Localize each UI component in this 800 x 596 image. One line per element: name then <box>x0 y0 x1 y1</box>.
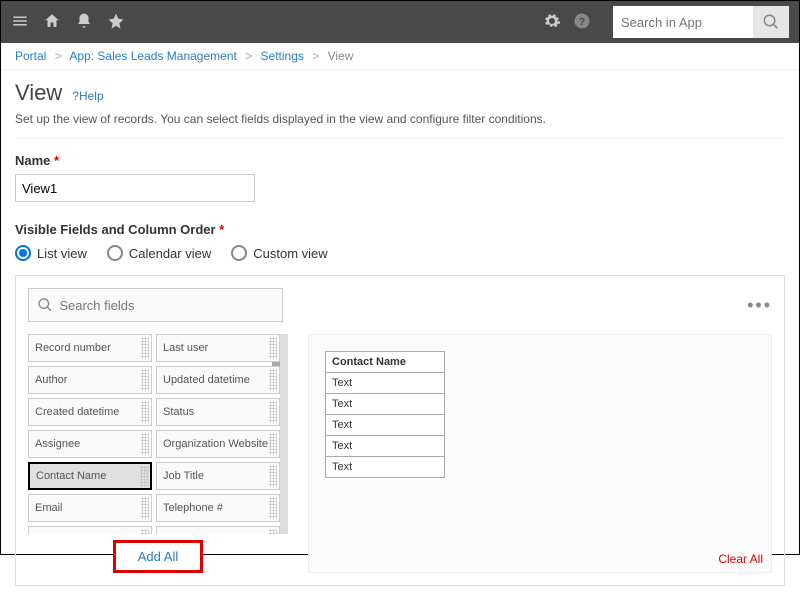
breadcrumb-app[interactable]: App: Sales Leads Management <box>69 49 236 63</box>
preview-cell: Text <box>326 457 445 478</box>
radio-calendar-view[interactable]: Calendar view <box>107 245 211 261</box>
page-title: View <box>15 80 62 106</box>
breadcrumb-settings[interactable]: Settings <box>261 49 304 63</box>
field-item[interactable]: Created datetime <box>28 398 152 426</box>
breadcrumb-current: View <box>328 49 354 63</box>
preview-cell: Text <box>326 394 445 415</box>
visible-fields-label: Visible Fields and Column Order * <box>15 222 785 237</box>
preview-cell: Text <box>326 415 445 436</box>
preview-cell: Text <box>326 373 445 394</box>
app-search[interactable] <box>613 6 789 38</box>
preview-table: Contact Name TextTextTextTextText <box>325 351 445 478</box>
preview-panel: Contact Name TextTextTextTextText Clear … <box>308 334 772 573</box>
preview-cell: Text <box>326 436 445 457</box>
clear-all-button[interactable]: Clear All <box>718 552 763 566</box>
breadcrumb-portal[interactable]: Portal <box>15 49 46 63</box>
svg-text:?: ? <box>579 15 585 27</box>
field-item[interactable]: SubTable <box>156 526 280 534</box>
field-search-input[interactable] <box>59 298 274 313</box>
field-item[interactable]: Updated datetime <box>156 366 280 394</box>
radio-list-view[interactable]: List view <box>15 245 87 261</box>
field-item[interactable]: Telephone # <box>156 494 280 522</box>
field-item[interactable]: Organization Website <box>156 430 280 458</box>
radio-custom-view[interactable]: Custom view <box>231 245 327 261</box>
help-icon[interactable]: ? <box>573 12 591 33</box>
name-label: Name * <box>15 153 785 168</box>
field-item[interactable]: Status <box>156 398 280 426</box>
help-link[interactable]: ?Help <box>72 89 103 103</box>
preview-header: Contact Name <box>326 352 445 373</box>
field-item[interactable]: Record number <box>28 334 152 362</box>
add-all-button[interactable]: Add All <box>113 540 203 573</box>
field-item[interactable]: Assignee <box>28 430 152 458</box>
field-item[interactable]: Representative <box>28 526 152 534</box>
home-icon[interactable] <box>43 12 61 33</box>
star-icon[interactable] <box>107 12 125 33</box>
app-search-input[interactable] <box>613 6 753 38</box>
field-item[interactable]: Last user <box>156 334 280 362</box>
view-name-input[interactable] <box>15 174 255 202</box>
bell-icon[interactable] <box>75 12 93 33</box>
field-item[interactable]: Email <box>28 494 152 522</box>
breadcrumb: Portal > App: Sales Leads Management > S… <box>1 43 799 70</box>
gear-icon[interactable] <box>543 12 561 33</box>
field-item[interactable]: Contact Name <box>28 462 152 490</box>
field-search[interactable] <box>28 288 283 322</box>
field-item[interactable]: Author <box>28 366 152 394</box>
field-item[interactable]: Job Title <box>156 462 280 490</box>
menu-icon[interactable] <box>11 12 29 33</box>
more-options-icon[interactable]: ••• <box>747 295 772 316</box>
page-description: Set up the view of records. You can sele… <box>15 112 785 126</box>
app-search-button[interactable] <box>753 6 789 38</box>
